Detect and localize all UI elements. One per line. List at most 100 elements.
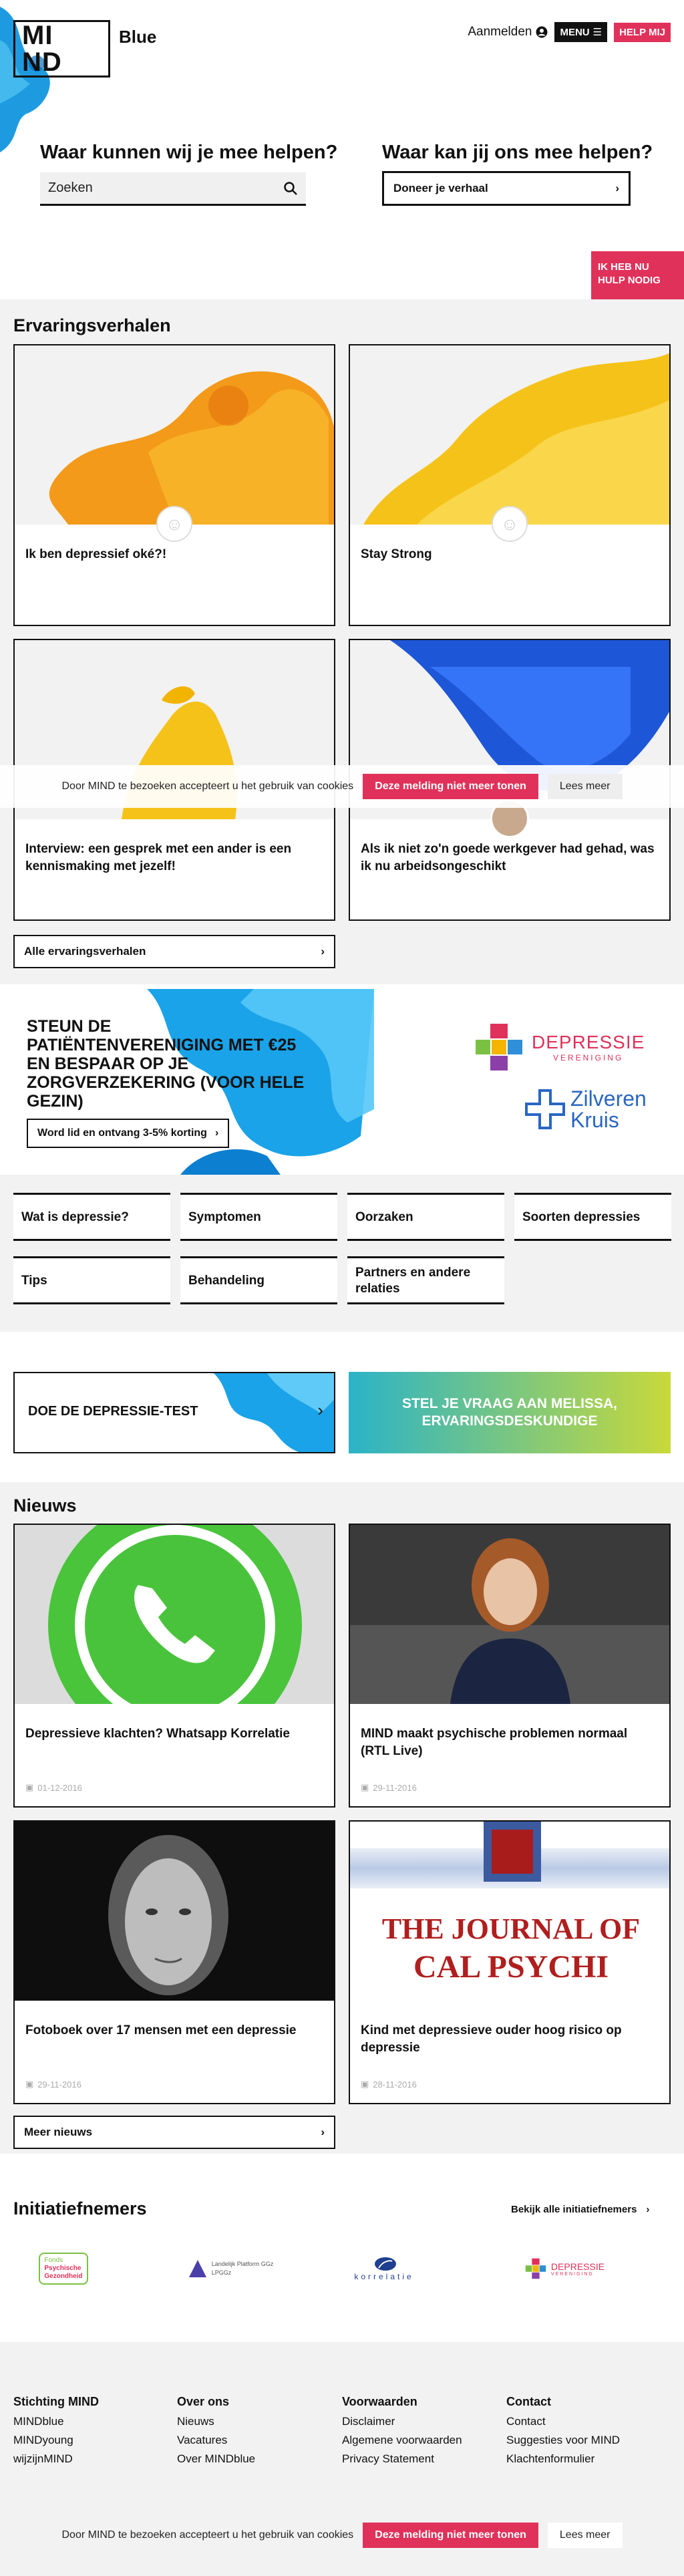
footer-link[interactable]: wijzijnMIND — [13, 2450, 99, 2468]
need-help-line1: IK HEB NU — [598, 261, 649, 273]
promo-heading: STEUN DE PATIËNTENVERENIGING MET €25 EN … — [27, 1017, 305, 1111]
footer-link[interactable]: Klachtenformulier — [506, 2450, 620, 2468]
cookie-accept-button[interactable]: Deze melding niet meer tonen — [363, 774, 538, 799]
footer-link[interactable]: Nieuws — [177, 2412, 255, 2431]
news-date-text: 29-11-2016 — [373, 1782, 417, 1793]
experiences-title: Ervaringsverhalen — [13, 315, 171, 335]
ask-expert-label: STEL JE VRAAG AAN MELISSA, ERVARINGSDESK… — [401, 1396, 618, 1429]
search-input[interactable]: Zoeken — [48, 180, 93, 196]
footer-link[interactable]: MINDyoung — [13, 2431, 99, 2450]
depressie-line1: DEPRESSIE — [550, 2261, 605, 2272]
news-date: ▣ 01-12-2016 — [25, 1782, 82, 1793]
lpggz-icon — [188, 2260, 206, 2277]
all-initiators-label: Bekijk alle initiatiefnemers — [511, 2204, 637, 2215]
all-initiators-link[interactable]: Bekijk alle initiatiefnemers › — [511, 2204, 649, 2215]
help-me-button[interactable]: HELP MIJ — [614, 22, 671, 42]
need-help-line2: HULP NODIG — [598, 275, 661, 286]
footer-link[interactable]: Disclaimer — [342, 2412, 462, 2431]
calendar-icon: ▣ — [361, 2079, 369, 2089]
promo-cta-button[interactable]: Word lid en ontvang 3-5% korting › — [27, 1119, 230, 1148]
card-title: Stay Strong — [361, 547, 432, 561]
news-card[interactable]: Depressieve klachten? Whatsapp Korrelati… — [13, 1524, 335, 1808]
experience-card[interactable]: ☺ Ik ben depressief oké?! — [13, 344, 335, 626]
korrelatie-name: korrelatie — [354, 2272, 414, 2281]
journal-emblem — [484, 1822, 541, 1882]
topic-label: Partners en andere relaties — [355, 1266, 471, 1296]
logo-line1: MI — [22, 21, 53, 50]
footer-heading: Contact — [506, 2395, 551, 2408]
depressie-vereniging-logo: DEPRESSIE VERENIGING — [473, 1021, 645, 1073]
calendar-icon: ▣ — [361, 1782, 369, 1792]
news-card[interactable]: Fotoboek over 17 mensen met een depressi… — [13, 1820, 335, 2104]
topic-tile[interactable]: Tips — [13, 1256, 170, 1304]
chevron-right-icon: › — [615, 182, 619, 194]
logo1-sub: VERENIGING — [552, 1053, 624, 1062]
logo-suffix: Blue — [119, 27, 157, 47]
partner-logo-korrelatie[interactable]: korrelatie — [344, 2242, 424, 2295]
footer-link[interactable]: Vacatures — [177, 2431, 255, 2450]
puzzle-icon — [525, 2258, 546, 2279]
help-heading: Waar kunnen wij je mee helpen? — [40, 142, 338, 163]
site-logo[interactable]: MI ND — [13, 20, 110, 78]
news-date-text: 29-11-2016 — [37, 2079, 81, 2090]
topic-tile[interactable]: Symptomen — [180, 1193, 337, 1241]
lpggz-line2: LPGGz — [211, 2269, 232, 2276]
topic-label: Soorten depressies — [522, 1210, 641, 1224]
logo-line2: ND — [22, 47, 62, 77]
all-experiences-button[interactable]: Alle ervaringsverhalen › — [13, 935, 335, 968]
news-card[interactable]: THE JOURNAL OF CAL PSYCHI Kind met depre… — [349, 1820, 671, 2104]
need-help-now-button[interactable]: IK HEB NU HULP NODIG — [591, 251, 684, 299]
chevron-right-icon: › — [321, 2126, 325, 2138]
news-title: Depressieve klachten? Whatsapp Korrelati… — [25, 1727, 290, 1741]
footer-link[interactable]: Contact — [506, 2412, 620, 2431]
footer-col-mind: Stichting MIND MINDblue MINDyoung wijzij… — [13, 2392, 99, 2468]
news-card[interactable]: MIND maakt psychische problemen normaal … — [349, 1524, 671, 1808]
journal-image: THE JOURNAL OF CAL PSYCHI — [350, 1822, 669, 2001]
footer-link[interactable]: MINDblue — [13, 2412, 99, 2431]
calendar-icon: ▣ — [25, 2079, 34, 2089]
login-link[interactable]: Aanmelden — [468, 25, 548, 39]
topic-tile[interactable]: Wat is depressie? — [13, 1193, 170, 1241]
portrait-image — [350, 1525, 669, 1704]
photobook-image — [15, 1822, 334, 2001]
news-title: Kind met depressieve ouder hoog risico o… — [361, 2023, 622, 2055]
donate-label: Doneer je verhaal — [393, 182, 488, 194]
topic-label: Symptomen — [188, 1210, 261, 1224]
login-label: Aanmelden — [468, 25, 532, 39]
topic-tile[interactable]: Behandeling — [180, 1256, 337, 1304]
card-title: Ik ben depressief oké?! — [25, 547, 167, 561]
menu-button[interactable]: MENU ☰ — [554, 22, 608, 42]
experience-card[interactable]: ☺ Stay Strong — [349, 344, 671, 626]
topic-tile[interactable]: Soorten depressies — [514, 1193, 671, 1241]
user-icon — [536, 26, 548, 38]
promo-banner: STEUN DE PATIËNTENVERENIGING MET €25 EN … — [0, 989, 684, 1175]
more-news-button[interactable]: Meer nieuws › — [13, 2116, 335, 2149]
footer-heading: Voorwaarden — [342, 2395, 417, 2408]
topic-tile[interactable]: Oorzaken — [347, 1193, 504, 1241]
news-title: Fotoboek over 17 mensen met een depressi… — [25, 2023, 297, 2037]
partner-logo-depressie[interactable]: DEPRESSIE VERENIGING — [511, 2242, 618, 2295]
cookie-text: Door MIND te bezoeken accepteert u het g… — [61, 2529, 354, 2541]
cookie-banner-bottom: Door MIND te bezoeken accepteert u het g… — [0, 2514, 684, 2557]
footer-heading: Over ons — [177, 2395, 230, 2408]
ask-expert-button[interactable]: STEL JE VRAAG AAN MELISSA, ERVARINGSDESK… — [349, 1372, 671, 1453]
footer-link[interactable]: Over MINDblue — [177, 2450, 255, 2468]
footer-link[interactable]: Privacy Statement — [342, 2450, 462, 2468]
cookie-accept-button[interactable]: Deze melding niet meer tonen — [363, 2523, 538, 2548]
cookie-read-more-button[interactable]: Lees meer — [547, 2523, 623, 2548]
cookie-read-more-button[interactable]: Lees meer — [547, 774, 623, 799]
depression-test-button[interactable]: DOE DE DEPRESSIE-TEST › — [13, 1372, 335, 1453]
footer-link[interactable]: Algemene voorwaarden — [342, 2431, 462, 2450]
partner-logo-fonds[interactable]: Fonds Psychische Gezondheid — [37, 2242, 90, 2295]
footer-link[interactable]: Suggesties voor MIND — [506, 2431, 620, 2450]
promo-cta-label: Word lid en ontvang 3-5% korting — [37, 1127, 207, 1139]
donate-story-button[interactable]: Doneer je verhaal › — [382, 171, 631, 206]
chevron-right-icon: › — [214, 1127, 219, 1139]
footer-col-contact: Contact Contact Suggesties voor MIND Kla… — [506, 2392, 620, 2468]
topic-label: Oorzaken — [355, 1210, 413, 1224]
topic-label: Wat is depressie? — [21, 1210, 129, 1224]
partner-logo-lpggz[interactable]: Landelijk Platform GGz LPGGz — [180, 2242, 281, 2295]
search-field[interactable]: Zoeken — [40, 172, 306, 206]
search-icon[interactable] — [283, 181, 298, 196]
topic-tile[interactable]: Partners en andere relaties — [347, 1256, 504, 1304]
